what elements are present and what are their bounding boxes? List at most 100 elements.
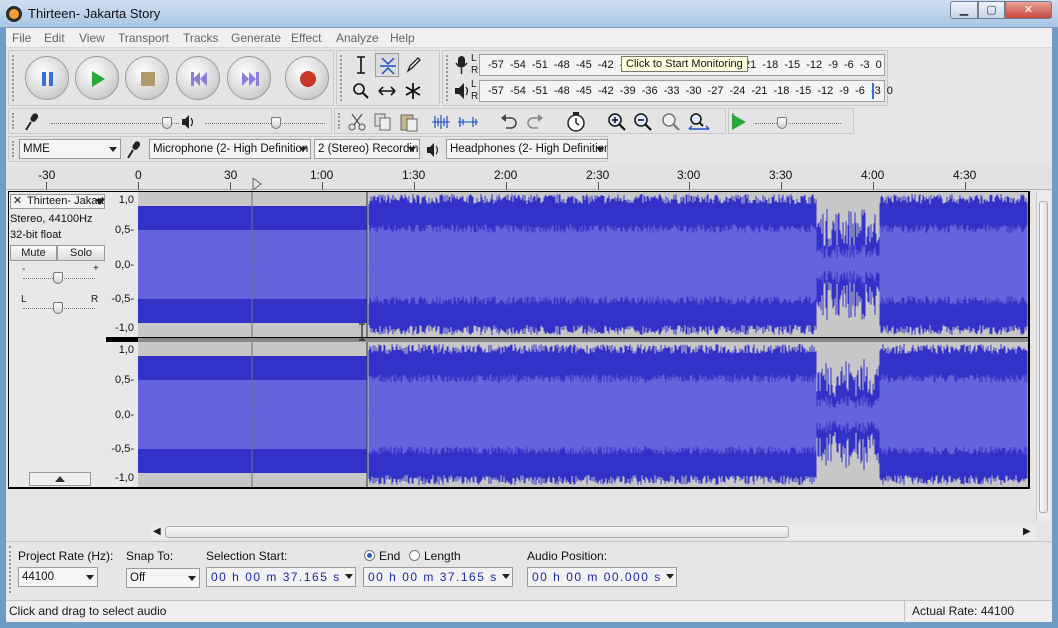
chevron-down-icon [408, 147, 416, 152]
recording-channels-select[interactable]: 2 (Stereo) Recording [314, 139, 420, 159]
zoom-out-icon[interactable] [633, 112, 653, 132]
solo-button[interactable]: Solo [57, 245, 105, 261]
menu-bar: File Edit View Transport Tracks Generate… [6, 28, 1052, 48]
silence-audio-icon[interactable] [457, 112, 479, 132]
time-shift-tool[interactable] [375, 79, 399, 103]
vertical-ruler-left-channel: 1,0 0,5- 0,0- -0,5- -1,0 [106, 192, 138, 337]
paste-icon[interactable] [399, 112, 419, 132]
timeline-ruler[interactable]: -30 0 30 1:00 1:30 2:00 2:30 3:00 3:30 4… [6, 166, 1052, 190]
draw-tool[interactable] [401, 53, 425, 77]
horizontal-scrollbar[interactable]: ◀ ▶ [151, 525, 1036, 539]
pan-slider[interactable] [53, 302, 63, 314]
track-close-icon[interactable]: ✕ [12, 196, 23, 207]
vertical-scrollbar[interactable] [1036, 191, 1050, 521]
playback-meter[interactable]: -57 -54 -51 -48 -45 -42 -39 -36 -33 -30 … [479, 80, 893, 102]
track-name-menu[interactable]: Thirteen- Jakarta Story [10, 194, 105, 209]
menu-file[interactable]: File [12, 31, 31, 45]
audio-position-field[interactable]: 00 h 00 m 00.000 s [527, 567, 677, 587]
ruler-mark [965, 182, 966, 190]
toolbar-grip[interactable] [12, 55, 16, 101]
audio-host-select[interactable]: MME [19, 139, 121, 159]
gain-slider[interactable] [53, 272, 63, 284]
snap-to-select[interactable]: Off [126, 568, 200, 588]
monitoring-tooltip[interactable]: Click to Start Monitoring [621, 56, 748, 72]
selection-start-field[interactable]: 00 h 00 m 37.165 s [206, 567, 356, 587]
menu-help[interactable]: Help [390, 31, 415, 45]
chevron-up-icon [55, 476, 65, 482]
undo-icon[interactable] [499, 112, 519, 132]
scale-label: 0,5- [115, 374, 134, 386]
scroll-right-icon[interactable]: ▶ [1023, 526, 1031, 537]
output-volume-track[interactable] [205, 123, 325, 124]
copy-icon[interactable] [373, 112, 393, 132]
play-at-speed-icon[interactable] [729, 112, 749, 132]
toolbar-grip[interactable] [12, 113, 16, 129]
fit-selection-icon[interactable] [661, 112, 681, 132]
toolbar-grip[interactable] [9, 546, 13, 593]
playback-speed-slider[interactable] [777, 117, 787, 129]
audacity-logo-icon [6, 6, 22, 22]
close-window-button[interactable]: ✕ [1005, 1, 1052, 19]
track-menu-dropdown-icon[interactable] [95, 199, 105, 205]
fit-project-icon[interactable] [687, 112, 711, 132]
snap-to-value: Off [130, 572, 146, 584]
output-volume-slider[interactable] [271, 117, 281, 129]
stop-button[interactable] [125, 56, 169, 100]
toolbar-grip[interactable] [340, 55, 344, 101]
mute-button[interactable]: Mute [10, 245, 57, 261]
play-button[interactable] [75, 56, 119, 100]
menu-generate[interactable]: Generate [231, 31, 281, 45]
playback-device-select[interactable]: Headphones (2- High Definition [446, 139, 608, 159]
input-volume-slider[interactable] [162, 117, 172, 129]
toolbar-grip[interactable] [12, 141, 16, 157]
menu-analyze[interactable]: Analyze [336, 31, 379, 45]
input-volume-mic-icon [25, 113, 39, 131]
waveform-left-channel[interactable] [138, 192, 1028, 337]
playhead-marker-icon[interactable] [252, 178, 262, 190]
ruler-tick: 1:00 [310, 168, 334, 182]
waveform-right-channel[interactable] [138, 342, 1028, 487]
skip-to-start-button[interactable] [176, 56, 220, 100]
multi-tool[interactable] [401, 79, 425, 103]
sync-lock-icon[interactable] [565, 111, 587, 133]
trim-audio-icon[interactable] [431, 112, 451, 132]
envelope-icon [380, 57, 396, 75]
input-volume-track[interactable] [51, 123, 179, 124]
toolbar-grip[interactable] [338, 113, 342, 129]
redo-icon[interactable] [525, 112, 545, 132]
envelope-tool[interactable] [375, 53, 399, 77]
window-title: Thirteen- Jakarta Story [28, 6, 161, 21]
vertical-scrollbar-thumb[interactable] [1039, 201, 1048, 513]
horizontal-scrollbar-thumb[interactable] [165, 526, 789, 538]
meter-toolbar: L R -57 -54 -51 -48 -45 -42 -3 21 -18 -1… [442, 50, 893, 106]
pause-icon [42, 72, 53, 86]
scroll-left-icon[interactable]: ◀ [153, 526, 161, 537]
record-button[interactable] [285, 56, 329, 100]
menu-edit[interactable]: Edit [44, 31, 65, 45]
recording-device-select[interactable]: Microphone (2- High Definition [149, 139, 311, 159]
playback-speed-track[interactable] [755, 123, 841, 124]
pause-button[interactable] [25, 56, 69, 100]
skip-to-end-button[interactable] [227, 56, 271, 100]
playback-meter-left-label: L [471, 79, 477, 90]
menu-tracks[interactable]: Tracks [183, 31, 219, 45]
collapse-track-button[interactable] [29, 472, 91, 486]
snap-to-label: Snap To: [126, 549, 174, 563]
selection-end-field[interactable]: 00 h 00 m 37.165 s [363, 567, 513, 587]
menu-effect[interactable]: Effect [291, 31, 321, 45]
end-radio[interactable] [364, 550, 375, 561]
menu-view[interactable]: View [79, 31, 105, 45]
length-radio[interactable] [409, 550, 420, 561]
device-toolbar: MME Microphone (2- High Definition 2 (St… [8, 136, 608, 162]
cut-icon[interactable] [347, 112, 367, 132]
minimize-button[interactable]: ▁ [950, 1, 978, 19]
selection-tool[interactable] [349, 53, 373, 77]
project-rate-select[interactable]: 44100 [18, 567, 98, 587]
menu-transport[interactable]: Transport [118, 31, 169, 45]
ruler-mark [598, 182, 599, 190]
zoom-tool[interactable] [349, 79, 373, 103]
zoom-in-icon[interactable] [607, 112, 627, 132]
scale-label: 0,5- [115, 224, 134, 236]
toolbar-grip[interactable] [446, 55, 450, 101]
maximize-button[interactable]: ▢ [978, 1, 1005, 19]
